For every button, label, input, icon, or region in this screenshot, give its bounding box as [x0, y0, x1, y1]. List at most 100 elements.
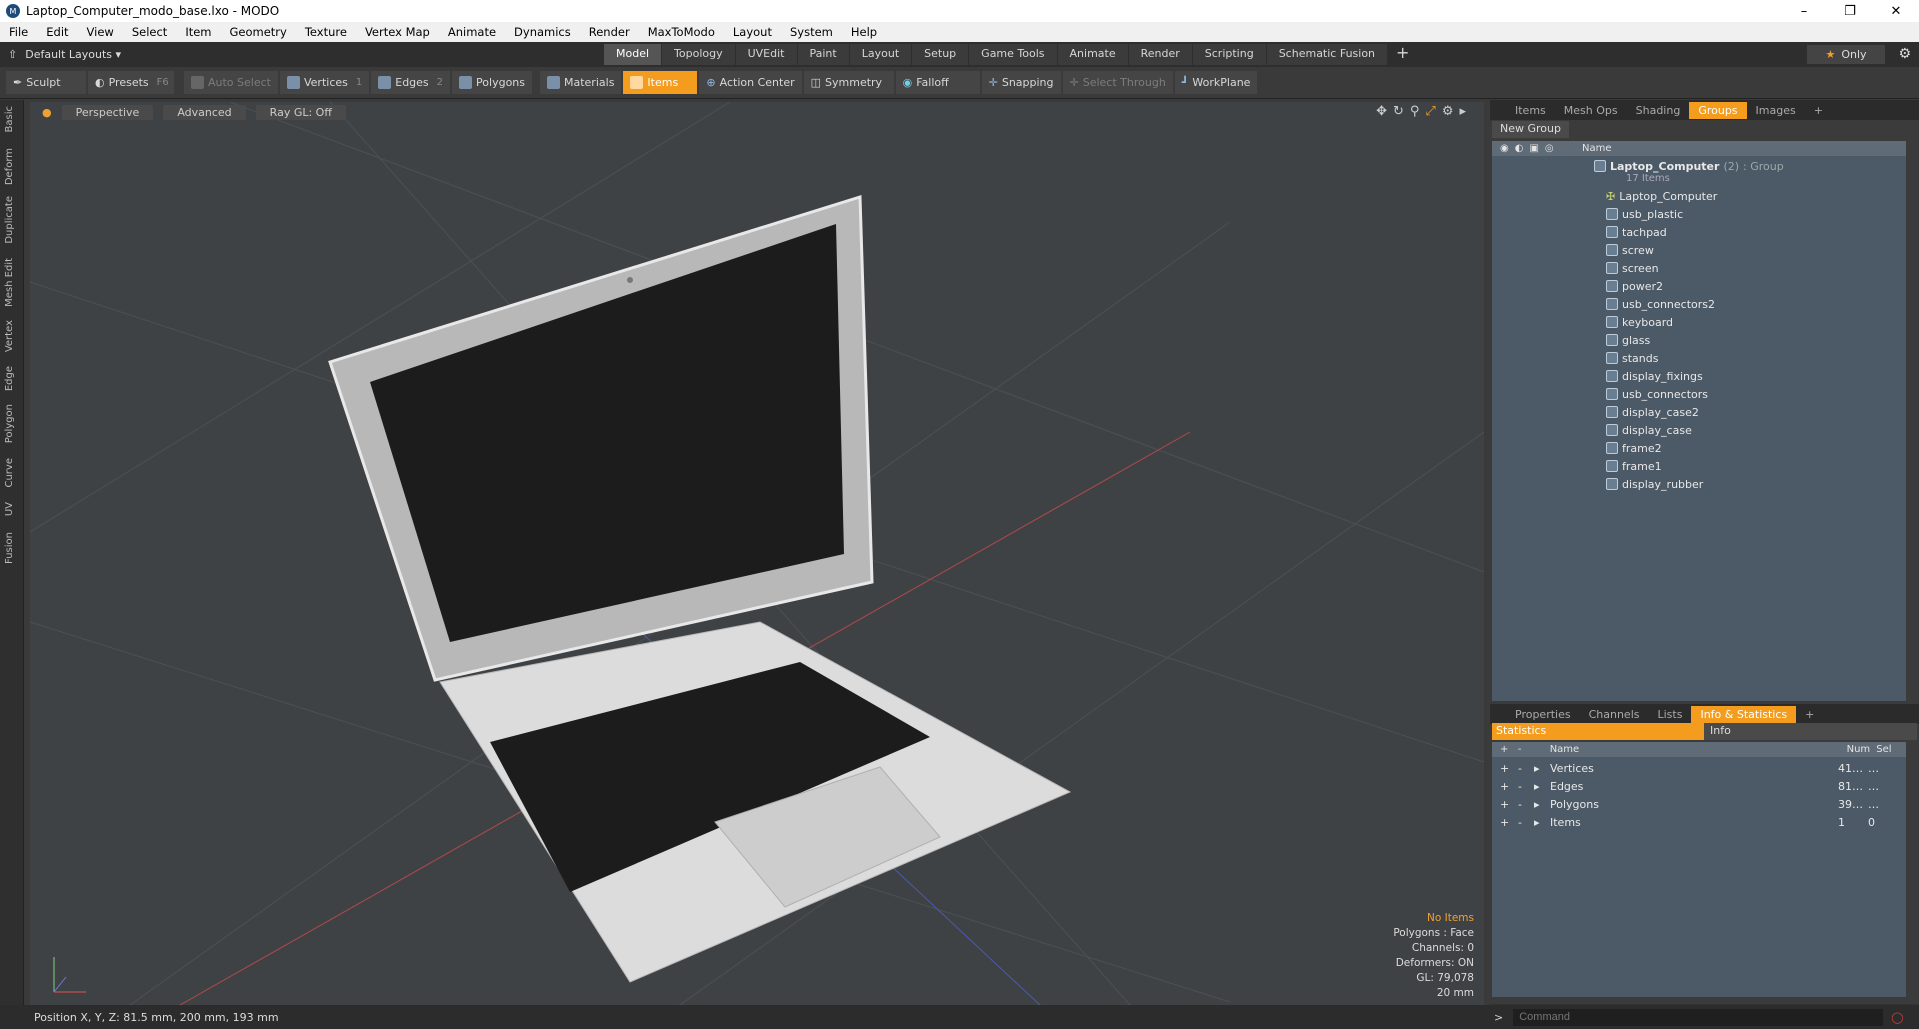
list-item[interactable]: tachpad [1606, 223, 1667, 241]
collapse-all-icon[interactable]: - [1518, 744, 1538, 755]
tab-animate[interactable]: Animate [1057, 44, 1128, 65]
presets-button[interactable]: ◐ Presets F6 [88, 71, 174, 94]
select-toggle-icon[interactable]: ◎ [1545, 143, 1554, 154]
viewport-scene[interactable] [30, 102, 1484, 1005]
minus-icon[interactable]: - [1518, 816, 1534, 829]
left-tab-fusion[interactable]: Fusion [4, 532, 15, 564]
plus-icon[interactable]: + [1500, 762, 1510, 775]
menu-animate[interactable]: Animate [439, 25, 505, 39]
menu-texture[interactable]: Texture [296, 25, 356, 39]
falloff-button[interactable]: ◉ Falloff [895, 71, 980, 94]
tab-schematic-fusion[interactable]: Schematic Fusion [1266, 44, 1388, 65]
tab-render[interactable]: Render [1128, 44, 1192, 65]
tab-groups[interactable]: Groups [1689, 101, 1747, 119]
menu-item[interactable]: Item [176, 25, 220, 39]
menu-view[interactable]: View [78, 25, 123, 39]
edges-button[interactable]: Edges 2 [371, 71, 451, 94]
list-item[interactable]: frame1 [1606, 457, 1662, 475]
3d-viewport[interactable]: ● Perspective Advanced Ray GL: Off ✥ ↻ ⚲… [30, 102, 1484, 1005]
tab-items[interactable]: Items [1506, 102, 1555, 119]
expand-all-icon[interactable]: + [1500, 744, 1510, 755]
left-tab-edge[interactable]: Edge [4, 366, 15, 391]
workplane-button[interactable]: ┛ WorkPlane [1174, 71, 1258, 94]
list-item[interactable]: usb_plastic [1606, 205, 1683, 223]
list-item[interactable]: glass [1606, 331, 1650, 349]
new-group-button[interactable]: New Group [1492, 121, 1569, 138]
materials-button[interactable]: Materials [540, 71, 622, 94]
gear-icon[interactable]: ⚙ [1898, 46, 1911, 62]
items-button[interactable]: Items [623, 71, 698, 94]
render-toggle-icon[interactable]: ◐ [1515, 143, 1524, 154]
tab-channels[interactable]: Channels [1580, 706, 1649, 723]
list-item[interactable]: stands [1606, 349, 1658, 367]
action-center-button[interactable]: ⊕ Action Center [699, 71, 802, 94]
tab-mesh-ops[interactable]: Mesh Ops [1555, 102, 1627, 119]
zoom-view-icon[interactable]: ⚲ [1410, 104, 1420, 119]
left-tab-mesh-edit[interactable]: Mesh Edit [4, 258, 15, 307]
menu-system[interactable]: System [781, 25, 842, 39]
rotate-view-icon[interactable]: ↻ [1393, 104, 1404, 119]
left-tab-curve[interactable]: Curve [4, 458, 15, 488]
left-tab-basic[interactable]: Basic [4, 106, 15, 132]
list-item[interactable]: display_fixings [1606, 367, 1703, 385]
view-perspective-button[interactable]: Perspective [61, 104, 154, 120]
snapping-button[interactable]: ✛ Snapping [981, 71, 1061, 94]
tab-setup[interactable]: Setup [912, 44, 969, 65]
minimize-icon[interactable]: – [1781, 4, 1827, 19]
list-item[interactable]: ✠ Laptop_Computer [1606, 187, 1717, 205]
tab-model[interactable]: Model [604, 44, 662, 65]
table-row[interactable]: + - ▸ Items 1 0 [1492, 813, 1906, 831]
tab-game-tools[interactable]: Game Tools [969, 44, 1057, 65]
left-tab-deform[interactable]: Deform [4, 148, 15, 185]
auto-select-button[interactable]: Auto Select [184, 71, 278, 94]
maximize-icon[interactable]: ❐ [1827, 4, 1873, 19]
list-item[interactable]: display_case [1606, 421, 1692, 439]
expand-arrow-icon[interactable]: ▸ [1534, 816, 1550, 829]
symmetry-button[interactable]: ◫ Symmetry [803, 71, 894, 94]
default-layouts-dropdown[interactable]: Default Layouts ▾ [25, 48, 121, 61]
only-toggle[interactable]: ★ Only [1807, 45, 1885, 64]
select-through-button[interactable]: ✛ Select Through [1062, 71, 1173, 94]
viewport-settings-icon[interactable]: ⚙ [1442, 104, 1454, 119]
viewport-menu-icon[interactable]: ● [42, 106, 52, 119]
expand-arrow-icon[interactable]: ▸ [1534, 798, 1550, 811]
list-item[interactable]: frame2 [1606, 439, 1662, 457]
list-item[interactable]: usb_connectors2 [1606, 295, 1715, 313]
tab-layout[interactable]: Layout [849, 44, 912, 65]
menu-layout[interactable]: Layout [724, 25, 781, 39]
plus-icon[interactable]: + [1500, 816, 1510, 829]
list-item[interactable]: power2 [1606, 277, 1663, 295]
close-icon[interactable]: ✕ [1873, 4, 1919, 19]
vertices-button[interactable]: Vertices 1 [279, 71, 370, 94]
tab-topology[interactable]: Topology [662, 44, 735, 65]
expand-arrow-icon[interactable]: ▸ [1534, 780, 1550, 793]
move-view-icon[interactable]: ✥ [1376, 104, 1387, 119]
add-tab-icon[interactable]: + [1388, 44, 1417, 65]
left-tab-vertex[interactable]: Vertex [4, 320, 15, 352]
menu-dynamics[interactable]: Dynamics [505, 25, 580, 39]
list-item[interactable]: usb_connectors [1606, 385, 1708, 403]
list-item[interactable]: display_case2 [1606, 403, 1699, 421]
info-tab[interactable]: Info [1704, 723, 1917, 740]
eye-icon[interactable]: ◉ [1500, 143, 1509, 154]
shading-advanced-button[interactable]: Advanced [163, 104, 246, 120]
table-row[interactable]: + - ▸ Vertices 41…… [1492, 759, 1906, 777]
command-input[interactable] [1513, 1008, 1884, 1026]
tab-images[interactable]: Images [1747, 102, 1805, 119]
minus-icon[interactable]: - [1518, 762, 1534, 775]
tab-info-statistics[interactable]: Info & Statistics [1691, 705, 1797, 723]
menu-maxtomodo[interactable]: MaxToModo [639, 25, 724, 39]
plus-icon[interactable]: + [1500, 780, 1510, 793]
minus-icon[interactable]: - [1518, 798, 1534, 811]
menu-geometry[interactable]: Geometry [221, 25, 296, 39]
layout-arrow-icon[interactable]: ⇧ [8, 48, 17, 61]
polygons-button[interactable]: Polygons [452, 71, 532, 94]
fit-view-icon[interactable]: ⤢ [1425, 104, 1435, 119]
table-row[interactable]: + - ▸ Polygons 39…… [1492, 795, 1906, 813]
list-item[interactable]: screw [1606, 241, 1654, 259]
viewport-expand-icon[interactable]: ▸ [1459, 104, 1466, 119]
list-item[interactable]: display_rubber [1606, 475, 1703, 493]
menu-select[interactable]: Select [123, 25, 176, 39]
add-panel-tab-icon[interactable]: + [1805, 102, 1832, 119]
left-tab-uv[interactable]: UV [4, 502, 15, 516]
